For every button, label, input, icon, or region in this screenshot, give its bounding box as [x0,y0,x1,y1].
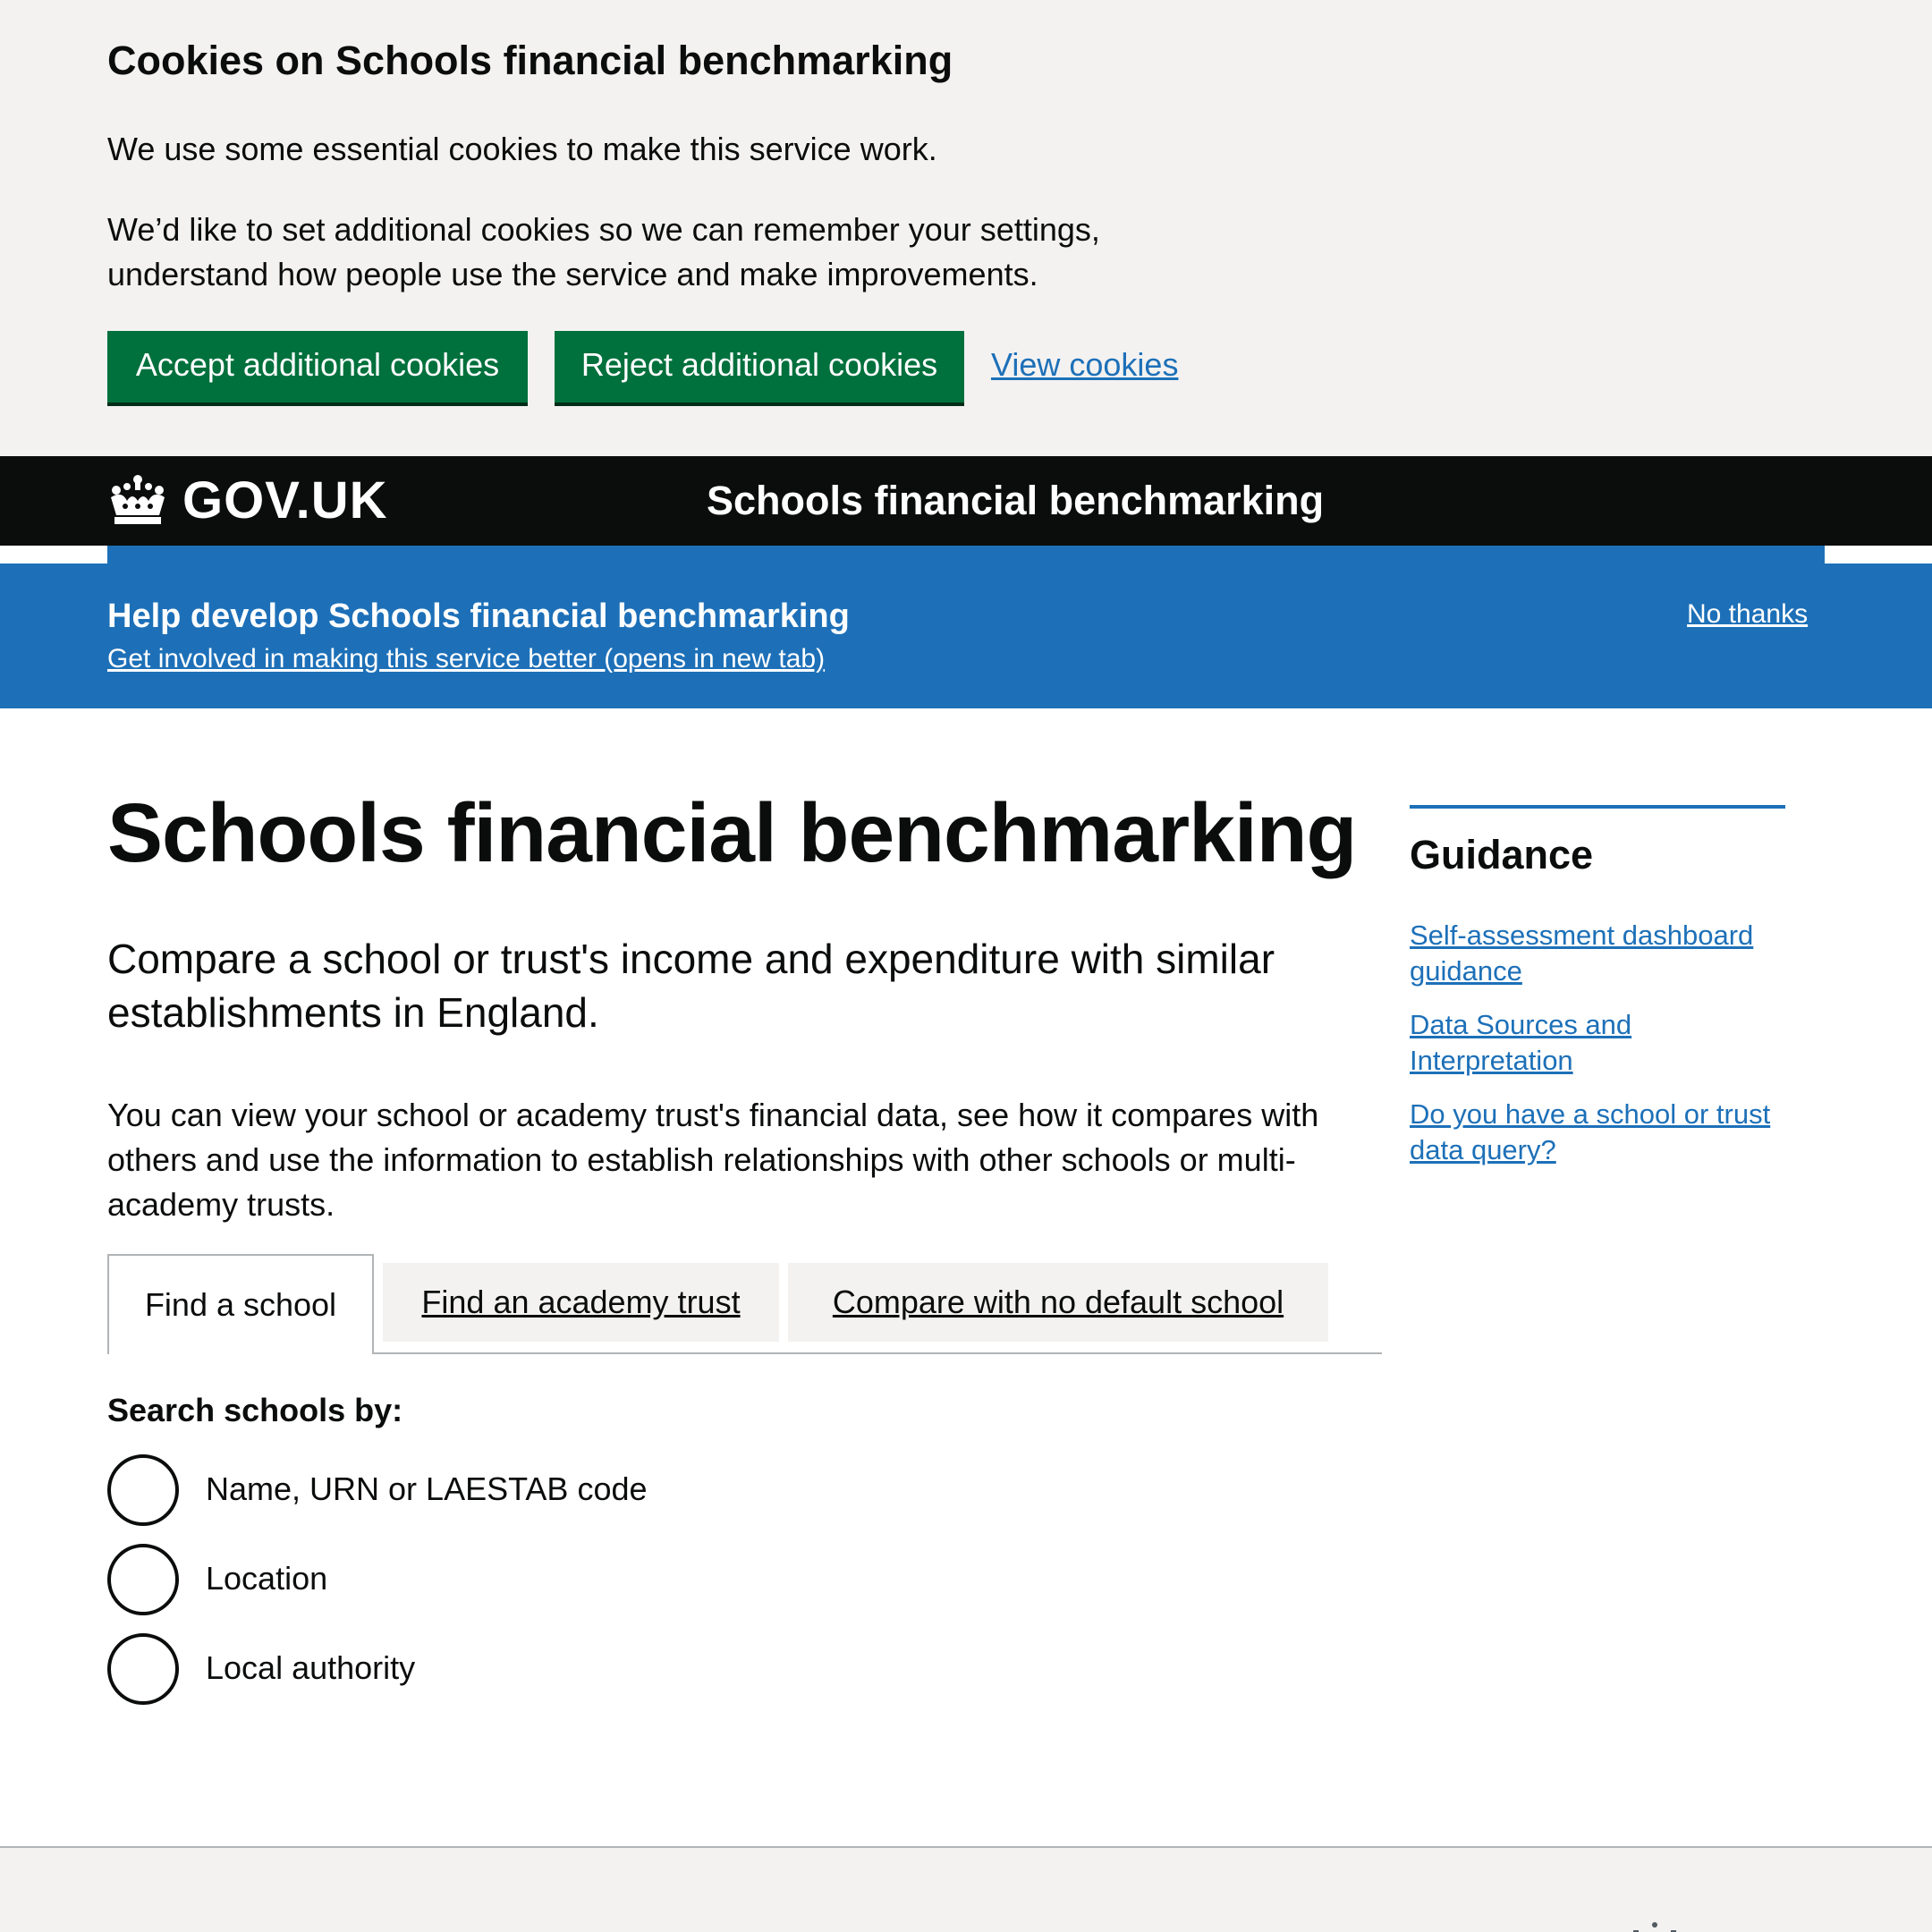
view-cookies-link[interactable]: View cookies [991,346,1178,384]
accept-cookies-button[interactable]: Accept additional cookies [107,331,528,402]
no-thanks-link[interactable]: No thanks [1687,599,1808,630]
header-underline [107,546,1825,564]
radio-button[interactable] [107,1633,179,1705]
radio-label[interactable]: Location [206,1560,327,1597]
guidance-top-border [1410,805,1785,809]
lead-paragraph: Compare a school or trust's income and e… [107,936,1275,1036]
intro-paragraph: You can view your school or academy trus… [107,1097,1319,1223]
data-query-link[interactable]: Do you have a school or trust data query… [1410,1097,1785,1168]
royal-crest-icon [1633,1922,1676,1932]
radio-button[interactable] [107,1454,179,1526]
tab-find-a-school[interactable]: Find a school [107,1254,374,1354]
cookie-banner-text-additional: We’d like to set additional cookies so w… [107,211,1100,292]
footer [0,1846,1932,1932]
cookie-banner-heading: Cookies on Schools financial benchmarkin… [107,38,953,83]
research-banner: Help develop Schools financial benchmark… [0,564,1932,708]
search-schools-legend: Search schools by: [107,1392,403,1428]
radio-label[interactable]: Name, URN or LAESTAB code [206,1470,648,1508]
research-banner-title: Help develop Schools financial benchmark… [107,597,850,635]
radio-button[interactable] [107,1544,179,1615]
crown-icon [111,475,165,524]
guidance-heading: Guidance [1410,832,1594,877]
tab-compare-with-no-default-school[interactable]: Compare with no default school [788,1263,1328,1342]
data-sources-link[interactable]: Data Sources and Interpretation [1410,1007,1785,1079]
service-name-link[interactable]: Schools financial benchmarking [707,478,1324,524]
tab-find-an-academy-trust[interactable]: Find an academy trust [383,1263,779,1342]
govuk-header: GOV.UK Schools financial benchmarking [0,456,1932,546]
radio-label[interactable]: Local authority [206,1649,415,1687]
page-title: Schools financial benchmarking [107,786,1357,879]
self-assessment-guidance-link[interactable]: Self-assessment dashboard guidance [1410,918,1785,989]
reject-cookies-button[interactable]: Reject additional cookies [555,331,964,402]
cookie-banner: Cookies on Schools financial benchmarkin… [0,0,1932,456]
get-involved-link[interactable]: Get involved in making this service bett… [107,644,825,674]
govuk-logo-link[interactable]: GOV.UK [182,470,387,530]
cookie-banner-text: We use some essential cookies to make th… [107,131,937,167]
